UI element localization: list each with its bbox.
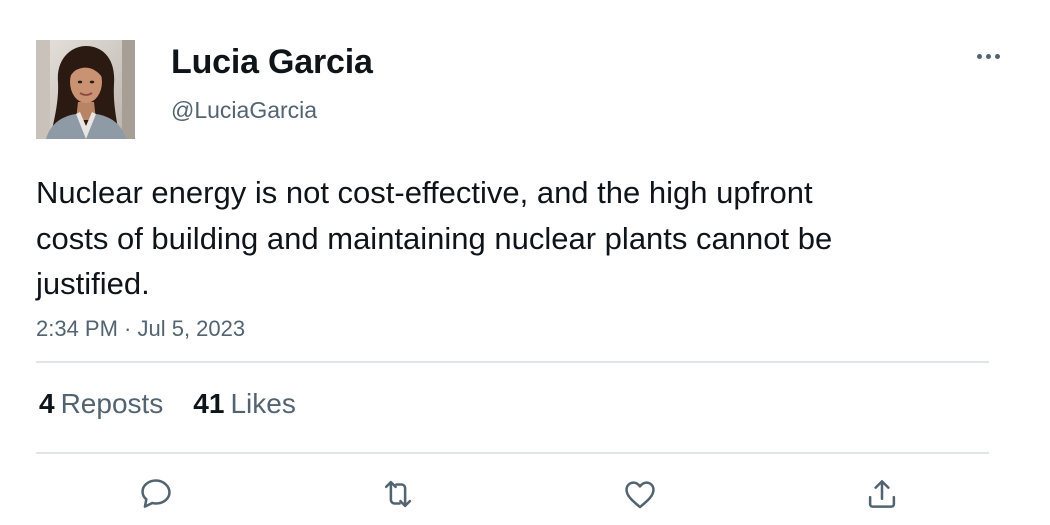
speech-bubble-icon [141,479,171,508]
tweet-timestamp[interactable]: 2:34 PM · Jul 5, 2023 [36,316,245,342]
dot-icon [994,53,1000,59]
more-options-button[interactable] [968,44,1008,68]
user-handle[interactable]: @LuciaGarcia [171,97,317,124]
heart-icon [625,481,655,509]
reposts-stat[interactable]: 4 Reposts [39,388,163,420]
repost-button[interactable] [378,474,418,514]
dot-icon [985,53,991,59]
repost-arrows-icon [384,480,412,508]
tweet-card: Lucia Garcia @LuciaGarcia Nuclear energy… [0,0,1050,525]
like-button[interactable] [620,474,660,514]
share-button[interactable] [862,474,902,514]
engagement-stats: 4 Reposts 41 Likes [39,388,326,420]
upload-arrow-icon [868,480,896,508]
tweet-text: Nuclear energy is not cost-effective, an… [36,175,833,301]
likes-label: Likes [230,388,296,419]
likes-count: 41 [193,388,225,419]
profile-photo [36,40,135,139]
divider [36,452,989,454]
display-name[interactable]: Lucia Garcia [171,43,373,82]
divider [36,361,989,363]
likes-stat[interactable]: 41 Likes [193,388,296,420]
avatar[interactable] [36,40,135,139]
reposts-count: 4 [39,388,55,419]
dot-icon [976,53,982,59]
reply-button[interactable] [136,474,176,514]
reposts-label: Reposts [60,388,164,419]
